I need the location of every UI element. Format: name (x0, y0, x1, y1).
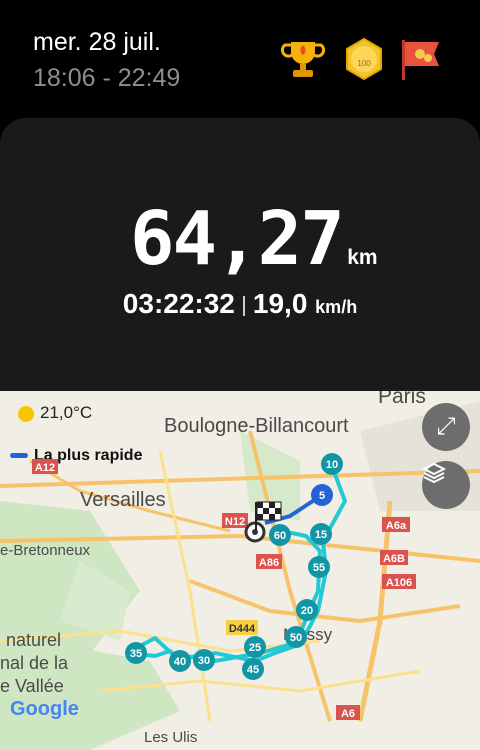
sun-icon (18, 405, 34, 422)
flag-icon[interactable] (398, 36, 444, 82)
medal-label: 100 (357, 59, 371, 68)
activity-time-range: 18:06 - 22:49 (33, 64, 181, 92)
divider (242, 295, 245, 316)
place-label: nal de la (0, 653, 69, 673)
trophy-icon[interactable] (280, 36, 326, 82)
expand-icon: ⤢ (436, 413, 456, 440)
place-label: Boulogne-Billancourt (164, 415, 349, 437)
speed-value: 19,0 (252, 288, 308, 319)
distance-readout: 64,27 km (130, 196, 378, 282)
layers-icon (422, 462, 446, 484)
weather-info: 21,0°C (18, 403, 92, 423)
place-label: Les Ulis (144, 729, 198, 746)
duration-value: 03:22:32 (122, 288, 235, 319)
route-legend-label: La plus rapide (34, 447, 143, 464)
route-map[interactable]: 21,0°C La plus rapide Paris Boulogne-Bil… (0, 391, 480, 750)
place-label: Massy (283, 625, 333, 644)
map-layers-button[interactable] (422, 461, 470, 509)
place-label: Paris (378, 391, 426, 408)
route-legend-line (10, 453, 28, 459)
stats-row: 03:22:32 19,0 km/h (0, 288, 480, 320)
google-logo: Google (10, 698, 79, 720)
route-legend: La plus rapide (10, 447, 142, 465)
temperature: 21,0°C (40, 403, 93, 422)
map-background (0, 391, 480, 750)
place-label: e-Bretonneux (0, 542, 91, 559)
speed-unit: km/h (315, 297, 358, 317)
place-label: naturel (6, 630, 62, 650)
header: mer. 28 juil. 18:06 - 22:49 100 (0, 0, 480, 120)
distance-unit: km (347, 246, 378, 269)
medal-100-icon[interactable]: 100 (341, 36, 387, 82)
distance-value: 64,27 (130, 196, 345, 282)
activity-date: mer. 28 juil. (33, 28, 161, 56)
expand-map-button[interactable]: ⤢ (422, 403, 470, 451)
activity-summary-card: 64,27 km 03:22:32 19,0 km/h 21,0°C La pl… (0, 118, 480, 750)
place-label: e Vallée (0, 676, 64, 696)
place-label: Versailles (80, 489, 166, 511)
